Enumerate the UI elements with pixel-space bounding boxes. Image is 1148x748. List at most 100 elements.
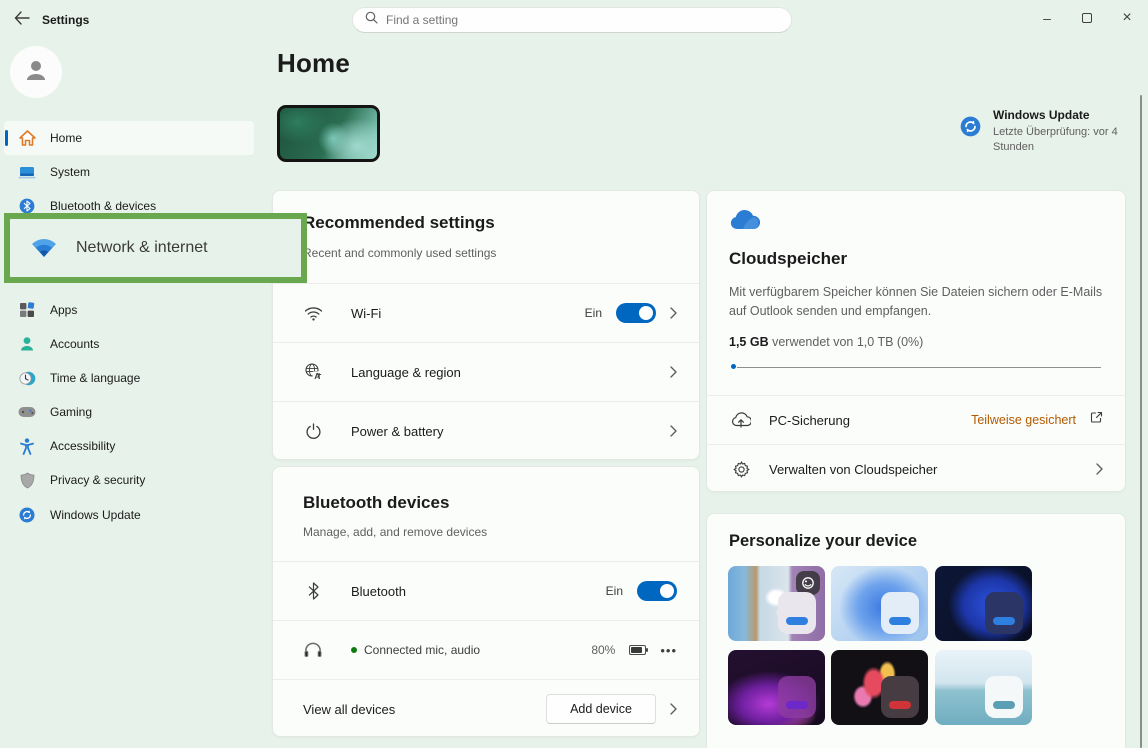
page-title: Home: [277, 48, 350, 79]
devices-footer-row: View all devices Add device: [273, 679, 699, 738]
language-region-label: Language & region: [351, 365, 461, 380]
annotation-label: Network & internet: [76, 239, 208, 257]
time-language-icon: [18, 369, 36, 387]
recommended-settings-title: Recommended settings: [303, 213, 495, 233]
view-all-devices-link[interactable]: View all devices: [303, 702, 395, 717]
power-battery-row[interactable]: Power & battery: [273, 401, 699, 460]
connected-device-row[interactable]: Connected mic, audio 80% •••: [273, 620, 699, 679]
sidebar-item-label: Apps: [50, 303, 77, 317]
add-device-button[interactable]: Add device: [546, 694, 656, 724]
device-wallpaper-thumbnail: [277, 105, 380, 162]
theme-thumbnail-lake-light[interactable]: [935, 650, 1032, 725]
maximize-button[interactable]: [1068, 4, 1106, 32]
theme-thumbnail-purple-glow[interactable]: [728, 650, 825, 725]
bluetooth-devices-title: Bluetooth devices: [303, 493, 449, 513]
device-battery-percent: 80%: [591, 643, 615, 657]
storage-progress-track: [737, 367, 1101, 368]
cloud-storage-title: Cloudspeicher: [729, 249, 847, 269]
battery-icon: [629, 645, 646, 655]
update-status-subtitle: Letzte Überprüfung: vor 4 Stunden: [993, 125, 1139, 156]
annotation-highlight-network-internet[interactable]: Network & internet: [4, 213, 307, 283]
cloud-storage-description: Mit verfügbarem Speicher können Sie Date…: [729, 283, 1111, 321]
network-internet-icon: [30, 239, 58, 257]
user-icon: [21, 55, 51, 90]
pc-backup-row[interactable]: PC-Sicherung Teilweise gesichert: [707, 395, 1125, 444]
manage-cloud-storage-row[interactable]: Verwalten von Cloudspeicher: [707, 444, 1125, 493]
search-input[interactable]: [386, 13, 779, 27]
shield-icon: [18, 471, 36, 489]
maximize-icon: [1082, 13, 1092, 23]
sidebar-item-time-language[interactable]: Time & language: [4, 361, 254, 395]
chevron-right-icon: [670, 425, 677, 437]
external-link-icon[interactable]: [1090, 411, 1103, 429]
selection-indicator: [5, 130, 8, 146]
sidebar-item-windows-update[interactable]: Windows Update: [4, 498, 254, 532]
sidebar-item-accounts[interactable]: Accounts: [4, 327, 254, 361]
connected-status-dot: [351, 647, 357, 653]
wifi-toggle[interactable]: [616, 303, 656, 323]
more-options-button[interactable]: •••: [660, 643, 677, 658]
sidebar-item-label: Accessibility: [50, 439, 115, 453]
toggle-knob: [660, 584, 674, 598]
wifi-icon: [303, 303, 323, 323]
chevron-right-icon: [670, 366, 677, 378]
backup-status-link[interactable]: Teilweise gesichert: [971, 413, 1076, 427]
personalize-title: Personalize your device: [729, 532, 917, 551]
taskbar-preview: [985, 592, 1023, 634]
avatar[interactable]: [10, 46, 62, 98]
bluetooth-glyph-icon: [303, 581, 323, 601]
power-battery-label: Power & battery: [351, 424, 444, 439]
sidebar-item-label: Privacy & security: [50, 473, 145, 487]
wifi-row[interactable]: Wi-Fi Ein: [273, 283, 699, 342]
sidebar-item-gaming[interactable]: Gaming: [4, 395, 254, 429]
sidebar-item-privacy-security[interactable]: Privacy & security: [4, 463, 254, 497]
gear-icon: [731, 459, 751, 479]
cloud-usage-text: 1,5 GB verwendet von 1,0 TB (0%): [729, 335, 923, 349]
power-icon: [303, 421, 323, 441]
close-button[interactable]: ×: [1108, 4, 1146, 32]
sidebar-item-label: Bluetooth & devices: [50, 199, 156, 213]
update-status-title: Windows Update: [993, 108, 1139, 122]
sidebar-item-home[interactable]: Home: [4, 121, 254, 155]
personalize-card: Personalize your device: [706, 513, 1126, 748]
bluetooth-devices-subtitle: Manage, add, and remove devices: [303, 525, 487, 539]
bluetooth-toggle[interactable]: [637, 581, 677, 601]
sidebar-item-label: Time & language: [50, 371, 140, 385]
back-button[interactable]: [8, 6, 36, 34]
window-title: Settings: [42, 13, 89, 27]
windows-update-status[interactable]: Windows Update Letzte Überprüfung: vor 4…: [960, 108, 1142, 156]
search-icon: [365, 11, 378, 29]
sidebar-item-label: Accounts: [50, 337, 99, 351]
theme-thumbnail-light-bloom[interactable]: [831, 566, 928, 641]
cloud-usage-value: 1,5 GB: [729, 335, 769, 349]
storage-progress-dot: [731, 364, 736, 369]
sidebar-item-label: Windows Update: [50, 508, 141, 522]
search-box[interactable]: [352, 7, 792, 33]
theme-thumbnail-dark-bloom[interactable]: [935, 566, 1032, 641]
language-region-icon: A: [303, 362, 323, 382]
system-icon: [18, 163, 36, 181]
bluetooth-toggle-row[interactable]: Bluetooth Ein: [273, 561, 699, 620]
accessibility-icon: [18, 437, 36, 455]
theme-thumbnail-spotlight[interactable]: [728, 566, 825, 641]
vertical-scrollbar[interactable]: [1140, 95, 1142, 748]
bluetooth-state-label: Ein: [606, 584, 623, 598]
taskbar-preview: [881, 592, 919, 634]
sidebar-item-label: Gaming: [50, 405, 92, 419]
theme-thumbnail-flower-dark[interactable]: [831, 650, 928, 725]
windows-update-icon: [18, 506, 36, 524]
sidebar-item-label: System: [50, 165, 90, 179]
chevron-right-icon[interactable]: [670, 703, 677, 715]
sidebar-item-label: Home: [50, 131, 82, 145]
device-status-text: Connected mic, audio: [364, 643, 480, 657]
minimize-button[interactable]: –: [1028, 4, 1066, 32]
language-region-row[interactable]: A Language & region: [273, 342, 699, 401]
taskbar-preview: [778, 676, 816, 718]
sidebar-item-apps[interactable]: Apps: [4, 293, 254, 327]
sidebar-item-accessibility[interactable]: Accessibility: [4, 429, 254, 463]
chevron-right-icon: [1096, 463, 1103, 475]
gaming-icon: [18, 403, 36, 421]
sidebar-item-system[interactable]: System: [4, 155, 254, 189]
taskbar-preview: [778, 592, 816, 634]
accounts-icon: [18, 335, 36, 353]
